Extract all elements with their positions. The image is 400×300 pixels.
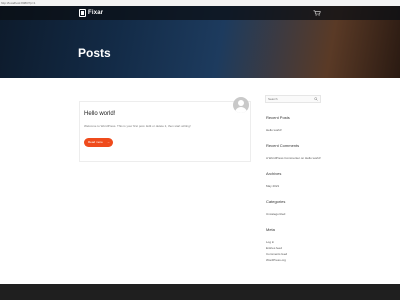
arrow-right-icon: →	[107, 140, 110, 144]
widget-title-archives: Archives	[266, 171, 282, 176]
cart-icon[interactable]	[313, 10, 321, 16]
widget-title-meta: Meta	[266, 227, 275, 232]
recent-comment-link[interactable]: A WordPress Commenter on Hello world!	[266, 156, 321, 160]
logo-icon	[79, 9, 86, 17]
avatar-head-icon	[238, 100, 244, 106]
hero-banner: Fixar Posts	[0, 6, 400, 78]
logo-text: Fixar	[88, 10, 104, 16]
recent-post-link[interactable]: Hello world!	[266, 128, 282, 132]
read-more-label: Read more	[88, 140, 103, 144]
author-avatar	[233, 97, 249, 113]
sidebar-search[interactable]	[265, 95, 321, 103]
meta-link-wordpress-org[interactable]: WordPress.org	[266, 258, 286, 262]
read-more-button[interactable]: Read more →	[84, 138, 113, 147]
site-footer	[0, 284, 400, 300]
post-title-link[interactable]: Hello world!	[84, 110, 115, 118]
meta-link-comments-feed[interactable]: Comments feed	[266, 252, 287, 256]
post-excerpt: Welcome to WordPress. This is your first…	[84, 124, 191, 128]
widget-title-categories: Categories	[266, 199, 286, 204]
search-input[interactable]	[268, 96, 312, 102]
widget-title-recent-comments: Recent Comments	[266, 143, 300, 148]
avatar-body-icon	[235, 107, 247, 113]
meta-link-login[interactable]: Log in	[266, 240, 274, 244]
site-logo[interactable]: Fixar	[79, 9, 103, 17]
page-title: Posts	[78, 46, 111, 60]
meta-link-entries-feed[interactable]: Entries feed	[266, 246, 282, 250]
search-icon[interactable]	[314, 97, 318, 101]
top-navigation-bar	[0, 6, 400, 20]
widget-title-recent-posts: Recent Posts	[266, 115, 290, 120]
category-link[interactable]: Uncategorized	[266, 212, 285, 216]
archive-link[interactable]: May 2021	[266, 184, 279, 188]
